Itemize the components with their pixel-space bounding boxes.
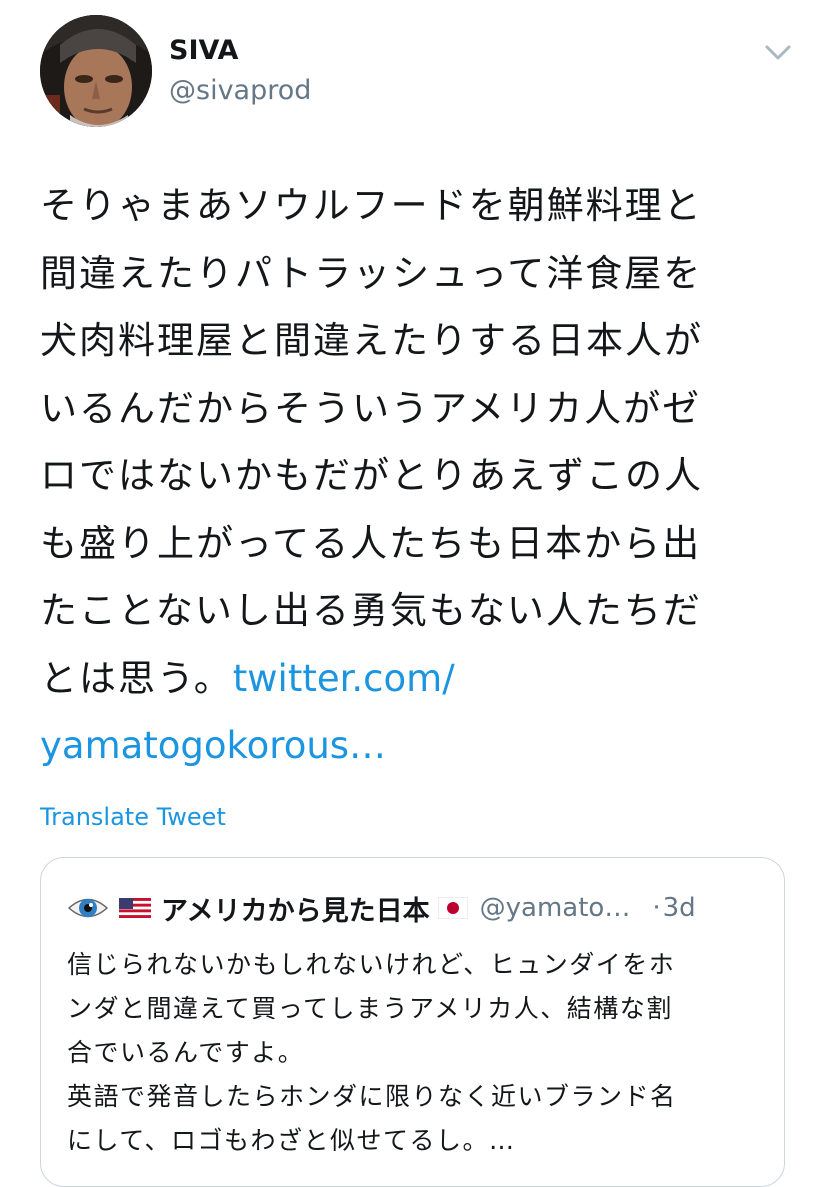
quoted-line: にして、ロゴもわざと似せてるし。… xyxy=(67,1126,516,1155)
quoted-user-name: アメリカから見た日本 xyxy=(161,895,430,927)
translate-tweet-link[interactable]: Translate Tweet xyxy=(40,803,226,831)
eye-icon xyxy=(67,898,109,918)
tweet-line: も盛り上がってる人たちも日本から出 xyxy=(40,521,702,565)
quoted-tweet[interactable]: アメリカから見た日本 @yamato… · 3d 信じられないかもしれないけれど… xyxy=(40,857,785,1187)
tweet-line: 犬肉料理屋と間違えたりする日本人が xyxy=(40,319,703,362)
tweet-line: いるんだからそういうアメリカ人がゼ xyxy=(40,386,702,430)
tweet-link-continued[interactable]: yamatogokorous… xyxy=(40,724,386,767)
tweet-line: たことないし出る勇気もない人たちだ xyxy=(40,589,702,632)
quoted-timestamp: 3d xyxy=(662,893,696,923)
quoted-tweet-text: 信じられないかもしれないけれど、ヒュンダイをホ ンダと間違えて買ってしまうアメリ… xyxy=(67,943,767,1163)
tweet-link[interactable]: twitter.com/ xyxy=(233,657,455,700)
separator-dot: · xyxy=(652,893,661,923)
tweet-line: そりゃまあソウルフードを朝鮮料理と xyxy=(40,184,703,227)
quoted-line: 合でいるんですよ。 xyxy=(67,1038,305,1067)
quoted-user-handle: @yamato… xyxy=(479,893,631,923)
quoted-tweet-header: アメリカから見た日本 @yamato… · 3d xyxy=(67,888,767,928)
quoted-line: 信じられないかもしれないけれど、ヒュンダイをホ xyxy=(67,950,676,979)
tweet-text: そりゃまあソウルフードを朝鮮料理と 間違えたりパトラッシュって洋食屋を 犬肉料理… xyxy=(40,172,800,780)
avatar[interactable] xyxy=(40,15,152,127)
tweet-line-last: とは思う。twitter.com/ xyxy=(40,645,800,713)
chevron-down-icon[interactable] xyxy=(762,40,794,64)
profile-photo xyxy=(40,15,152,127)
quoted-line: ンダと間違えて買ってしまうアメリカ人、結構な割 xyxy=(67,994,673,1023)
user-handle[interactable]: @sivaprod xyxy=(169,75,311,106)
japan-flag-icon xyxy=(437,897,468,919)
tweet-line: ロではないかもだがとりあえずこの人 xyxy=(40,454,703,497)
user-name[interactable]: SIVA xyxy=(169,35,238,66)
tweet-line-link: yamatogokorous… xyxy=(40,712,800,780)
quoted-line: 英語で発音したらホンダに限りなく近いブランド名 xyxy=(67,1082,677,1111)
tweet-line-text: とは思う。 xyxy=(40,656,233,700)
tweet-line: 間違えたりパトラッシュって洋食屋を xyxy=(40,251,703,295)
us-flag-icon xyxy=(119,898,151,918)
